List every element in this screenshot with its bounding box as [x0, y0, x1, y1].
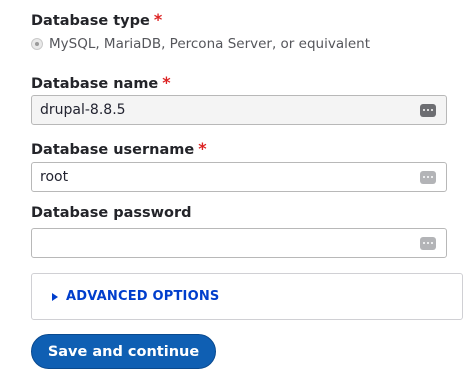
- advanced-options-toggle[interactable]: ADVANCED OPTIONS: [31, 273, 463, 320]
- database-type-option[interactable]: MySQL, MariaDB, Percona Server, or equiv…: [31, 36, 370, 52]
- password-manager-key-icon[interactable]: [420, 103, 436, 117]
- database-password-label-text: Database password: [31, 205, 192, 221]
- database-password-input[interactable]: [31, 228, 447, 258]
- database-username-label: Database username *: [31, 139, 207, 158]
- database-name-value: drupal-8.8.5: [40, 102, 126, 118]
- database-type-option-label: MySQL, MariaDB, Percona Server, or equiv…: [49, 36, 370, 52]
- required-mark: *: [162, 73, 171, 92]
- database-username-input[interactable]: root: [31, 162, 447, 192]
- database-type-label-text: Database type: [31, 13, 150, 29]
- password-manager-key-icon[interactable]: [420, 170, 436, 184]
- database-username-label-text: Database username: [31, 142, 195, 158]
- triangle-right-icon: [52, 292, 58, 301]
- database-name-label: Database name *: [31, 73, 171, 92]
- database-name-input[interactable]: drupal-8.8.5: [31, 95, 447, 125]
- database-password-label: Database password: [31, 205, 192, 221]
- required-mark: *: [153, 10, 163, 29]
- save-and-continue-label: Save and continue: [47, 343, 200, 360]
- radio-selected-icon[interactable]: [31, 38, 43, 50]
- password-manager-key-icon[interactable]: [420, 236, 436, 250]
- database-name-label-text: Database name: [31, 76, 159, 92]
- advanced-options-label: ADVANCED OPTIONS: [66, 289, 220, 304]
- database-type-label: Database type *: [31, 10, 162, 29]
- database-username-value: root: [40, 169, 69, 185]
- required-mark: *: [198, 139, 207, 158]
- save-and-continue-button[interactable]: Save and continue: [31, 334, 216, 369]
